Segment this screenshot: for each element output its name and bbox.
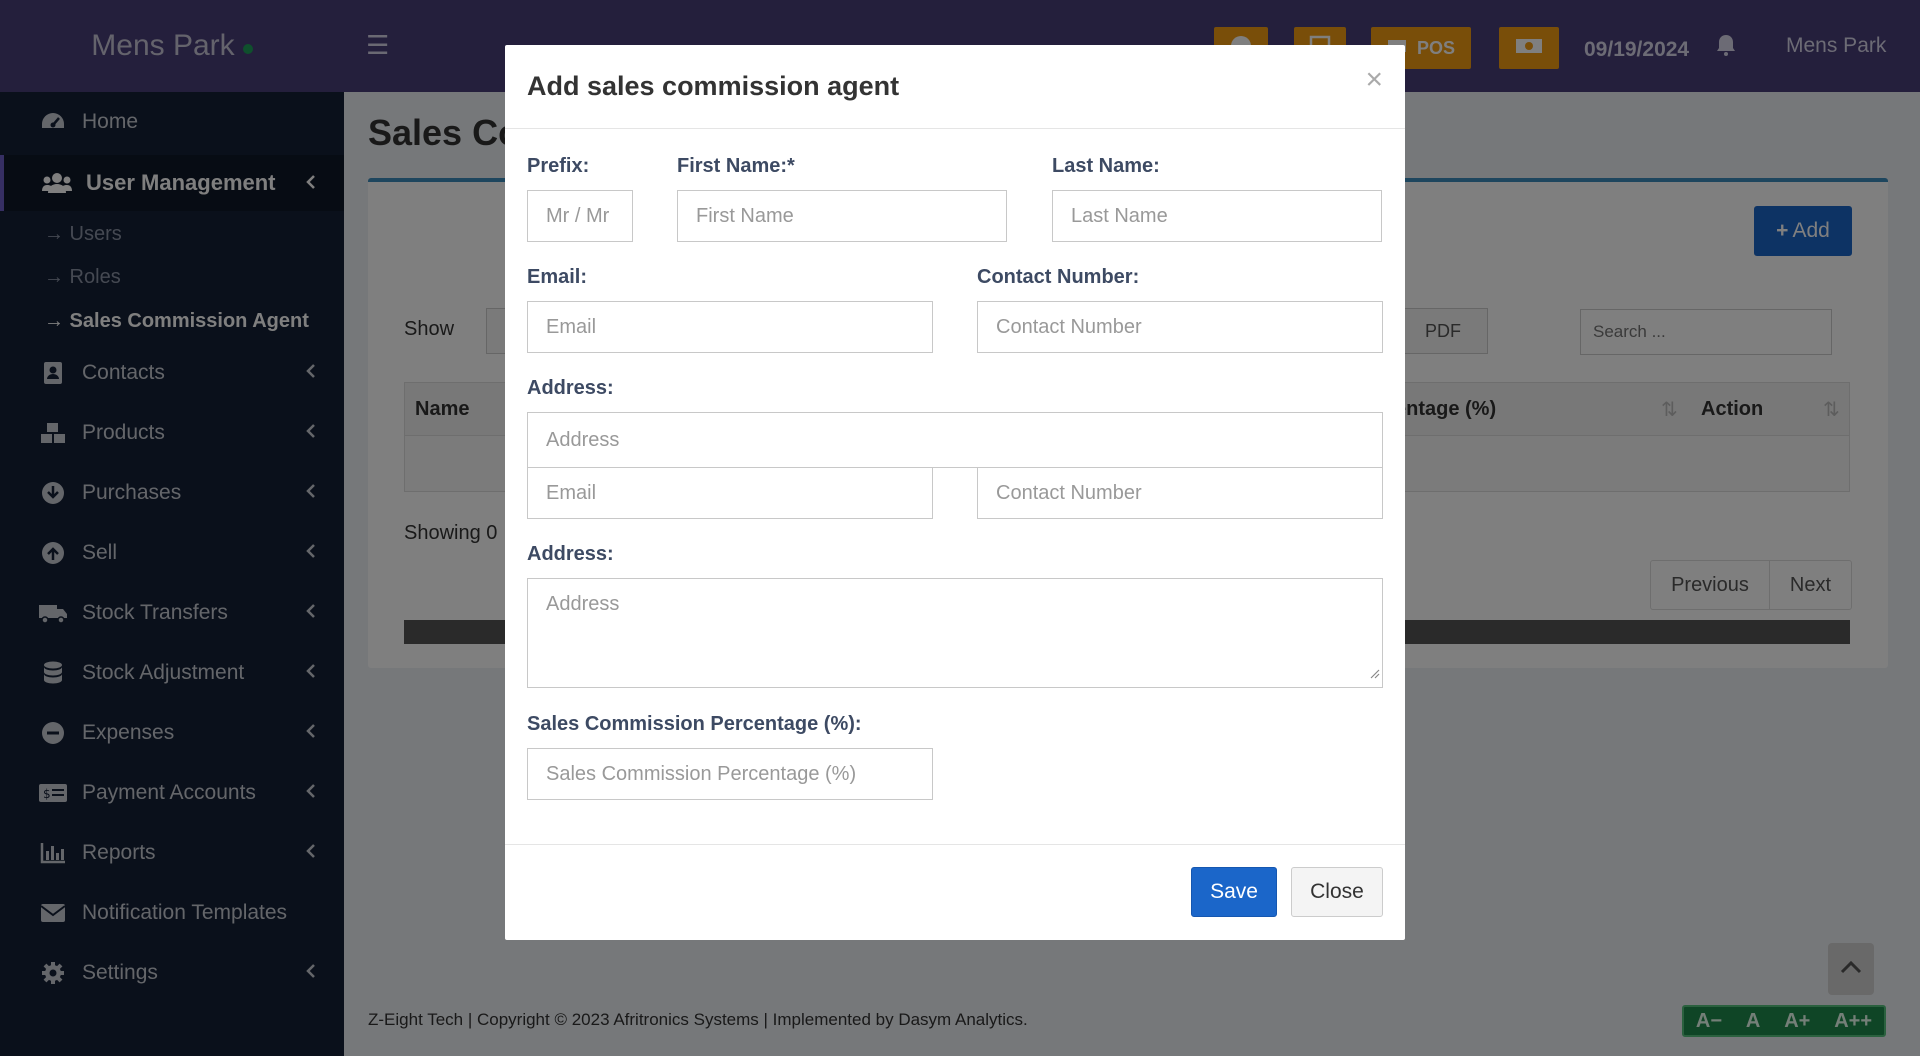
contact-number-label: Contact Number: — [977, 266, 1140, 288]
prefix-label: Prefix: — [527, 155, 590, 177]
modal-footer: Save Close — [505, 844, 1405, 940]
last-name-input[interactable]: Last Name — [1052, 190, 1382, 242]
close-icon[interactable]: × — [1365, 63, 1383, 97]
commission-percentage-label: Sales Commission Percentage (%): — [527, 713, 862, 735]
address-textarea-placeholder: Address — [546, 593, 620, 615]
prefix-input[interactable]: Mr / Mr — [527, 190, 633, 242]
email-input[interactable]: Email — [527, 301, 933, 353]
add-agent-modal: Add sales commission agent × Prefix: Mr … — [505, 45, 1405, 940]
contact-number-input[interactable]: Contact Number — [977, 301, 1383, 353]
address-label-secondary: Address: — [527, 543, 614, 565]
first-name-label: First Name:* — [677, 155, 795, 177]
last-name-label: Last Name: — [1052, 155, 1160, 177]
commission-percentage-input[interactable]: Sales Commission Percentage (%) — [527, 748, 933, 800]
modal-header: Add sales commission agent × — [505, 45, 1405, 129]
contact-number-input-secondary[interactable]: Contact Number — [977, 467, 1383, 519]
resize-handle-icon[interactable] — [1368, 662, 1380, 685]
modal-title: Add sales commission agent — [527, 71, 900, 101]
email-label: Email: — [527, 266, 588, 288]
save-button[interactable]: Save — [1191, 867, 1277, 917]
email-input-secondary[interactable]: Email — [527, 467, 933, 519]
first-name-input[interactable]: First Name — [677, 190, 1007, 242]
address-textarea[interactable]: Address — [527, 578, 1383, 688]
address-label: Address: — [527, 377, 614, 399]
address-input[interactable]: Address — [527, 412, 1383, 468]
close-button[interactable]: Close — [1291, 867, 1383, 917]
